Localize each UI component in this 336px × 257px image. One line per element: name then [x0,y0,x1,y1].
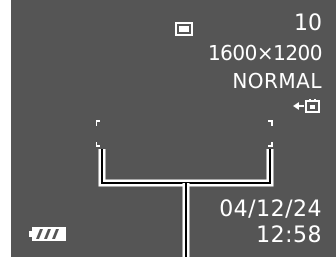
shots-remaining: 10 [294,11,322,36]
time-display: 12:58 [256,223,322,248]
autofocus-frame [96,120,274,257]
image-quality: NORMAL [232,69,322,93]
lcd-display: 10 1600×1200 NORMAL 04/12/24 12:58 [11,0,336,257]
single-shot-mode-icon [175,22,193,36]
built-in-memory-icon [293,99,320,113]
date-display: 04/12/24 [219,197,322,222]
image-size: 1600×1200 [207,41,323,65]
camera-monitor-screen: 10 1600×1200 NORMAL 04/12/24 12:58 [0,0,336,257]
battery-icon [29,227,66,241]
